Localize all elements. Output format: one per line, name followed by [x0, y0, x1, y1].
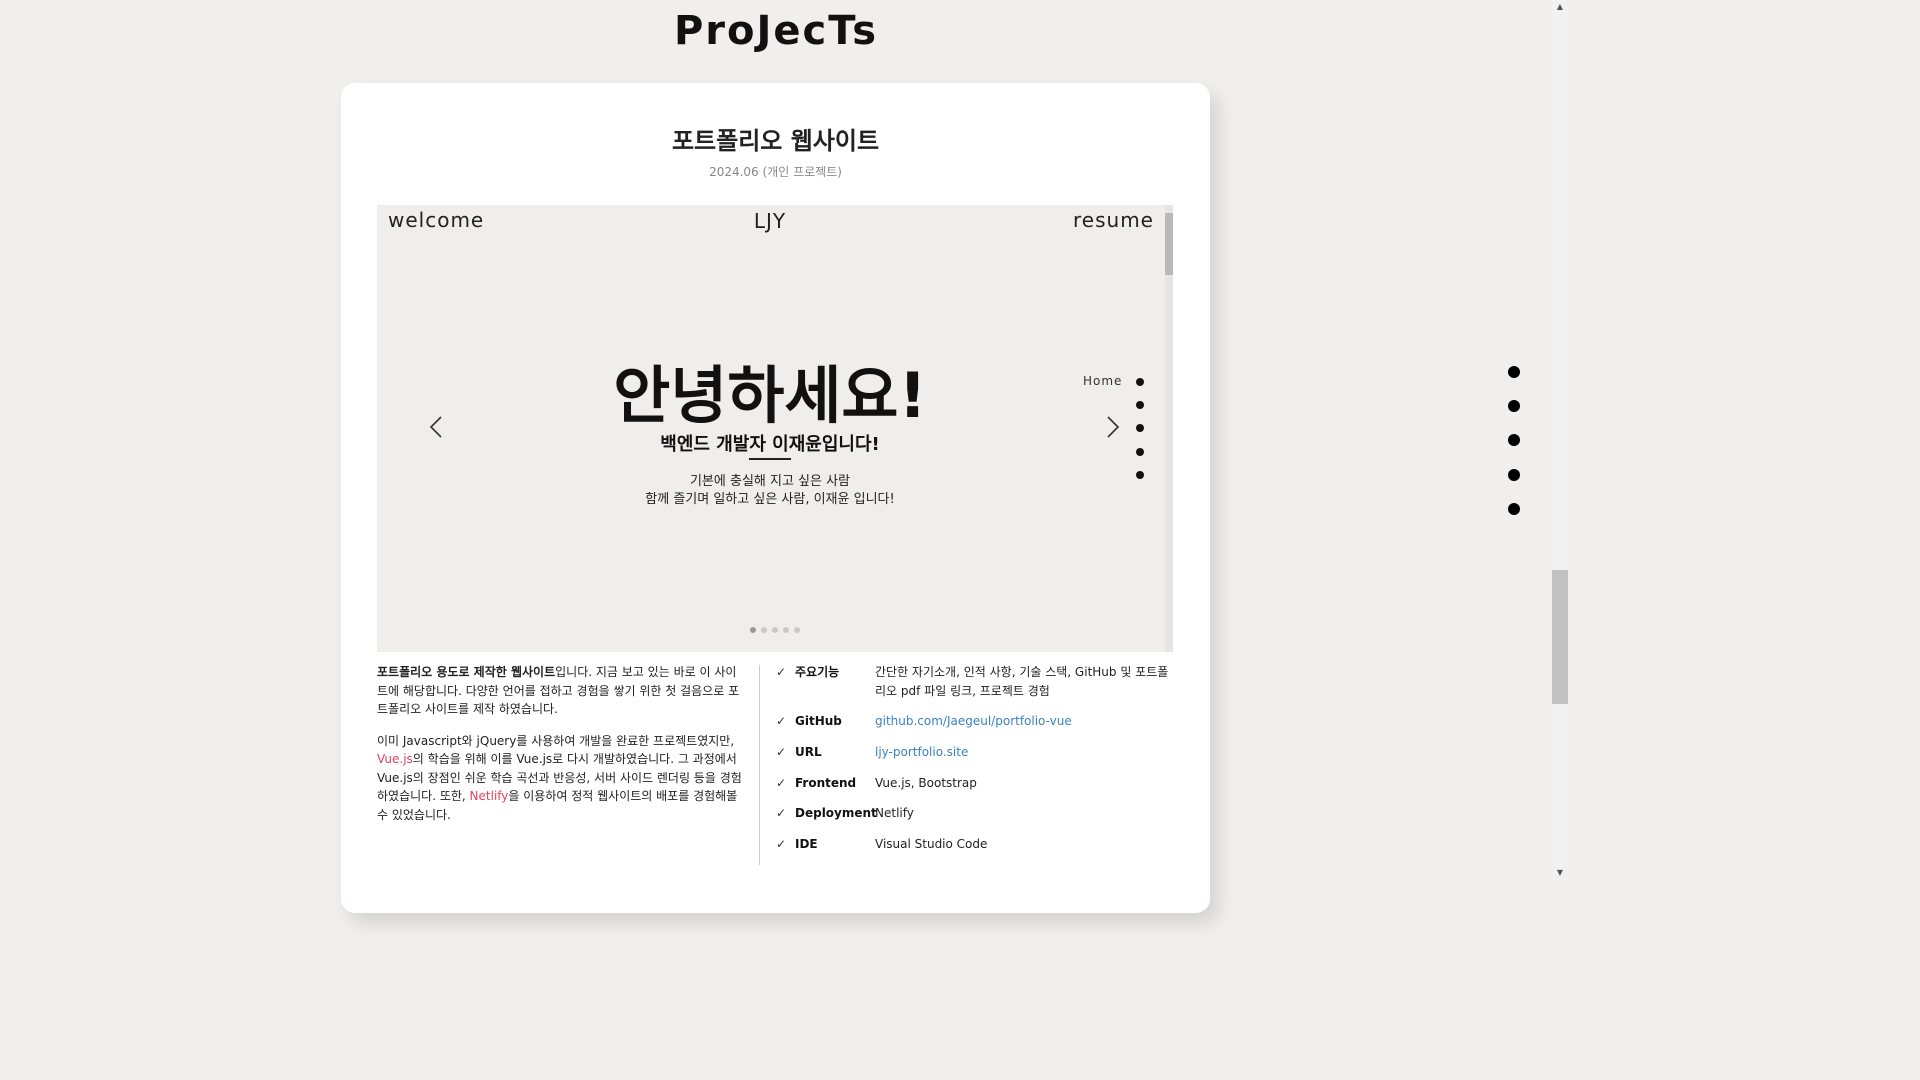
preview-section-dot[interactable]: [1136, 424, 1144, 432]
description-paragraph: 이미 Javascript와 jQuery를 사용하여 개발을 완료한 프로젝트…: [377, 732, 747, 825]
preview-section-dot[interactable]: [1136, 471, 1144, 479]
project-description: 포트폴리오 용도로 제작한 웹사이트입니다. 지금 보고 있는 바로 이 사이트…: [377, 663, 747, 837]
site-url-link[interactable]: ljy-portfolio.site: [875, 743, 1175, 762]
description-text: 이미 Javascript와 jQuery를 사용하여 개발을 완료한 프로젝트…: [377, 733, 735, 748]
project-date: 2024.06 (개인 프로젝트): [709, 165, 842, 179]
description-paragraph: 포트폴리오 용도로 제작한 웹사이트입니다. 지금 보고 있는 바로 이 사이트…: [377, 663, 747, 719]
feature-value: Vue.js, Bootstrap: [875, 776, 977, 790]
page-scrollbar-thumb[interactable]: [1552, 570, 1568, 704]
carousel-prev-arrow-icon[interactable]: [427, 415, 445, 441]
preview-headline: 안녕하세요!: [613, 359, 927, 432]
feature-value: 간단한 자기소개, 인적 사항, 기술 스택, GitHub 및 포트폴리오 p…: [875, 665, 1169, 698]
feature-label: Deployment: [795, 806, 877, 820]
page-section-dot[interactable]: [1508, 400, 1520, 412]
description-bold: 포트폴리오 용도로 제작한 웹사이트: [377, 665, 556, 679]
preview-underline: [749, 458, 791, 460]
check-icon: ✓: [776, 837, 787, 851]
preview-nav-brand[interactable]: LJY: [377, 209, 1163, 233]
project-card: 포트폴리오 웹사이트 2024.06 (개인 프로젝트) welcome LJY…: [341, 83, 1210, 913]
check-icon: ✓: [776, 776, 787, 790]
page-section-dot[interactable]: [1508, 469, 1520, 481]
preview-section-label: Home: [1083, 374, 1123, 388]
carousel-next-arrow-icon[interactable]: [1104, 415, 1122, 441]
feature-value: Visual Studio Code: [875, 837, 988, 851]
project-title: 포트폴리오 웹사이트: [671, 127, 880, 155]
carousel-page-dot[interactable]: [761, 627, 767, 633]
carousel-page-dot[interactable]: [772, 627, 778, 633]
check-icon: ✓: [776, 806, 787, 820]
carousel-page-dot[interactable]: [794, 627, 800, 633]
section-title: ProJecTs: [673, 8, 879, 54]
preview-section-dot[interactable]: [1136, 401, 1144, 409]
column-divider: [759, 665, 760, 865]
scroll-down-arrow-icon[interactable]: ▼: [1552, 868, 1568, 877]
feature-label: Frontend: [795, 776, 857, 790]
page-section-dot[interactable]: [1508, 434, 1520, 446]
feature-label: URL: [795, 745, 822, 759]
preview-scrollbar-thumb[interactable]: [1165, 213, 1173, 275]
description-highlight: Netlify: [469, 789, 509, 803]
preview-nav-resume[interactable]: resume: [1073, 208, 1154, 232]
page-scrollbar[interactable]: [1552, 0, 1568, 882]
check-icon: ✓: [776, 714, 787, 728]
carousel-page-dot[interactable]: [783, 627, 789, 633]
github-link[interactable]: github.com/Jaegeul/portfolio-vue: [875, 712, 1175, 731]
feature-label: GitHub: [795, 714, 842, 728]
feature-label: 주요기능: [795, 665, 840, 679]
preview-section-dot[interactable]: [1136, 448, 1144, 456]
scroll-up-arrow-icon[interactable]: ▲: [1552, 2, 1568, 11]
feature-value: Netlify: [875, 806, 914, 820]
preview-section-dot[interactable]: [1136, 378, 1144, 386]
project-preview-carousel[interactable]: welcome LJY resume 안녕하세요! 백엔드 개발자 이재윤입니다…: [377, 205, 1173, 652]
description-highlight: Vue.js: [377, 752, 413, 766]
carousel-page-dot[interactable]: [750, 627, 756, 633]
page-section-dot[interactable]: [1508, 366, 1520, 378]
preview-subtitle: 백엔드 개발자 이재윤입니다!: [660, 434, 880, 455]
check-icon: ✓: [776, 665, 787, 679]
feature-label: IDE: [795, 837, 818, 851]
preview-description-line2: 함께 즐기며 일하고 싶은 사람, 이재윤 입니다!: [645, 492, 895, 507]
check-icon: ✓: [776, 745, 787, 759]
preview-description-line1: 기본에 충실해 지고 싶은 사람: [689, 474, 851, 489]
page-section-dot[interactable]: [1508, 503, 1520, 515]
